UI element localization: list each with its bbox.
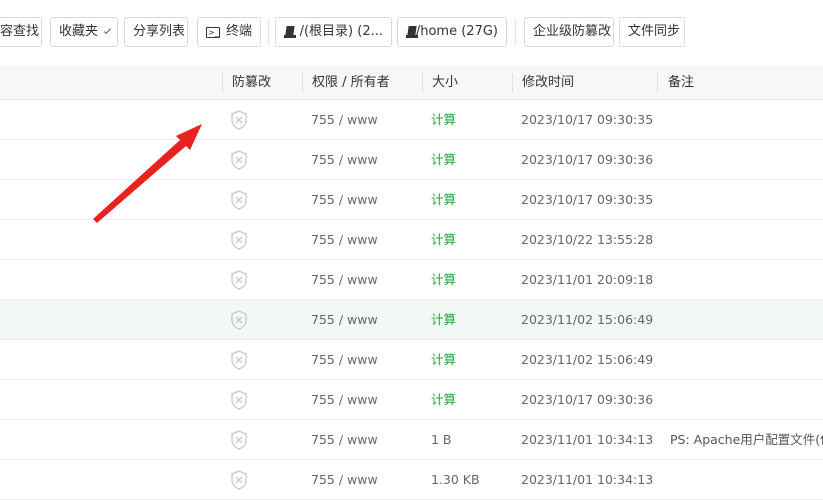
disk-icon: [284, 25, 296, 39]
size-cell[interactable]: 1.30 KB: [431, 460, 480, 500]
terminal-label: 终端: [225, 24, 252, 39]
modified-time-cell: 2023/11/01 10:34:13: [521, 472, 654, 487]
table-row[interactable]: 755 / www 1 B 2023/11/01 10:34:13 PS: Ap…: [0, 420, 823, 460]
note-cell[interactable]: [670, 180, 823, 220]
modified-time-cell: 2023/10/17 09:30:36: [521, 392, 654, 407]
modified-time-cell: 2023/10/22 13:55:28: [521, 232, 654, 247]
permission-cell[interactable]: 755 / www: [311, 380, 378, 420]
chevron-down-icon: [103, 26, 112, 34]
column-divider: [512, 73, 513, 93]
terminal-icon: >_: [206, 26, 220, 38]
disk-home-button[interactable]: /home (27G): [397, 17, 507, 47]
favorites-button[interactable]: 收藏夹: [50, 17, 118, 47]
enterprise-tamper-button[interactable]: 企业级防篡改: [524, 17, 614, 47]
file-list: 755 / www 计算 2023/10/17 09:30:35 755 / w…: [0, 100, 823, 500]
size-cell[interactable]: 计算: [431, 220, 456, 260]
table-row[interactable]: 755 / www 计算 2023/10/17 09:30:35: [0, 180, 823, 220]
size-cell[interactable]: 计算: [431, 380, 456, 420]
column-header-size[interactable]: 大小: [432, 66, 458, 100]
modified-time-cell: 2023/10/17 09:30:36: [521, 152, 654, 167]
toolbar-divider: [515, 20, 516, 44]
column-divider: [222, 73, 223, 93]
note-cell[interactable]: [670, 300, 823, 340]
modified-time-cell: 2023/11/01 20:09:18: [521, 272, 654, 287]
toolbar-divider: [268, 20, 269, 44]
content-search-button[interactable]: 容查找: [0, 17, 42, 47]
table-row[interactable]: 755 / www 计算 2023/10/17 09:30:36: [0, 140, 823, 180]
shield-x-icon[interactable]: [230, 310, 248, 330]
enterprise-tamper-label: 企业级防篡改: [533, 24, 612, 39]
shield-x-icon[interactable]: [230, 230, 248, 250]
column-header-note[interactable]: 备注: [668, 66, 694, 100]
size-cell[interactable]: 计算: [431, 100, 456, 140]
modified-time-cell: 2023/10/17 09:30:35: [521, 192, 654, 207]
table-row[interactable]: 755 / www 计算 2023/11/02 15:06:49: [0, 300, 823, 340]
size-cell[interactable]: 计算: [431, 180, 456, 220]
column-divider: [657, 73, 658, 93]
note-cell[interactable]: [670, 220, 823, 260]
shield-x-icon[interactable]: [230, 270, 248, 290]
favorites-label: 收藏夹: [59, 24, 99, 39]
file-sync-label: 文件同步: [628, 24, 681, 39]
column-divider: [422, 73, 423, 93]
permission-cell[interactable]: 755 / www: [311, 260, 378, 300]
disk-home-label: /home (27G): [415, 24, 498, 39]
share-list-label: 分享列表: [133, 24, 186, 39]
disk-root-button[interactable]: /(根目录) (2...: [275, 17, 392, 47]
column-header-tamper[interactable]: 防篡改: [232, 66, 271, 100]
share-list-button[interactable]: 分享列表: [124, 17, 188, 47]
permission-cell[interactable]: 755 / www: [311, 180, 378, 220]
permission-cell[interactable]: 755 / www: [311, 140, 378, 180]
disk-icon: [406, 25, 418, 39]
note-cell[interactable]: [670, 140, 823, 180]
column-header-permission[interactable]: 权限 / 所有者: [312, 66, 390, 100]
shield-x-icon[interactable]: [230, 470, 248, 490]
size-cell[interactable]: 计算: [431, 340, 456, 380]
column-divider: [302, 73, 303, 93]
content-search-label: 容查找: [0, 24, 40, 39]
permission-cell[interactable]: 755 / www: [311, 340, 378, 380]
permission-cell[interactable]: 755 / www: [311, 460, 378, 500]
shield-x-icon[interactable]: [230, 110, 248, 130]
terminal-button[interactable]: >_ 终端: [197, 17, 261, 47]
file-toolbar: 容查找 收藏夹 分享列表 >_ 终端 /(根目录) (2... /home (2…: [0, 0, 823, 66]
permission-cell[interactable]: 755 / www: [311, 100, 378, 140]
size-cell[interactable]: 计算: [431, 260, 456, 300]
note-cell[interactable]: [670, 460, 823, 500]
modified-time-cell: 2023/10/17 09:30:35: [521, 112, 654, 127]
table-row[interactable]: 755 / www 计算 2023/11/01 20:09:18: [0, 260, 823, 300]
note-cell[interactable]: [670, 380, 823, 420]
shield-x-icon[interactable]: [230, 190, 248, 210]
permission-cell[interactable]: 755 / www: [311, 300, 378, 340]
size-cell[interactable]: 计算: [431, 140, 456, 180]
table-row[interactable]: 755 / www 计算 2023/10/17 09:30:36: [0, 380, 823, 420]
permission-cell[interactable]: 755 / www: [311, 420, 378, 460]
file-sync-button[interactable]: 文件同步: [619, 17, 685, 47]
shield-x-icon[interactable]: [230, 430, 248, 450]
modified-time-cell: 2023/11/02 15:06:49: [521, 352, 654, 367]
table-row[interactable]: 755 / www 1.30 KB 2023/11/01 10:34:13: [0, 460, 823, 500]
note-cell[interactable]: [670, 260, 823, 300]
permission-cell[interactable]: 755 / www: [311, 220, 378, 260]
column-header-modified[interactable]: 修改时间: [522, 66, 574, 100]
modified-time-cell: 2023/11/01 10:34:13: [521, 432, 654, 447]
modified-time-cell: 2023/11/02 15:06:49: [521, 312, 654, 327]
shield-x-icon[interactable]: [230, 350, 248, 370]
table-header: 防篡改 权限 / 所有者 大小 修改时间 备注: [0, 66, 823, 100]
shield-x-icon[interactable]: [230, 150, 248, 170]
table-row[interactable]: 755 / www 计算 2023/11/02 15:06:49: [0, 340, 823, 380]
note-cell[interactable]: [670, 340, 823, 380]
shield-x-icon[interactable]: [230, 390, 248, 410]
size-cell[interactable]: 1 B: [431, 420, 452, 460]
disk-root-label: /(根目录) (2...: [299, 24, 383, 39]
size-cell[interactable]: 计算: [431, 300, 456, 340]
note-cell[interactable]: [670, 100, 823, 140]
table-row[interactable]: 755 / www 计算 2023/10/22 13:55:28: [0, 220, 823, 260]
table-row[interactable]: 755 / www 计算 2023/10/17 09:30:35: [0, 100, 823, 140]
note-cell[interactable]: PS: Apache用户配置文件(伪: [670, 420, 823, 460]
